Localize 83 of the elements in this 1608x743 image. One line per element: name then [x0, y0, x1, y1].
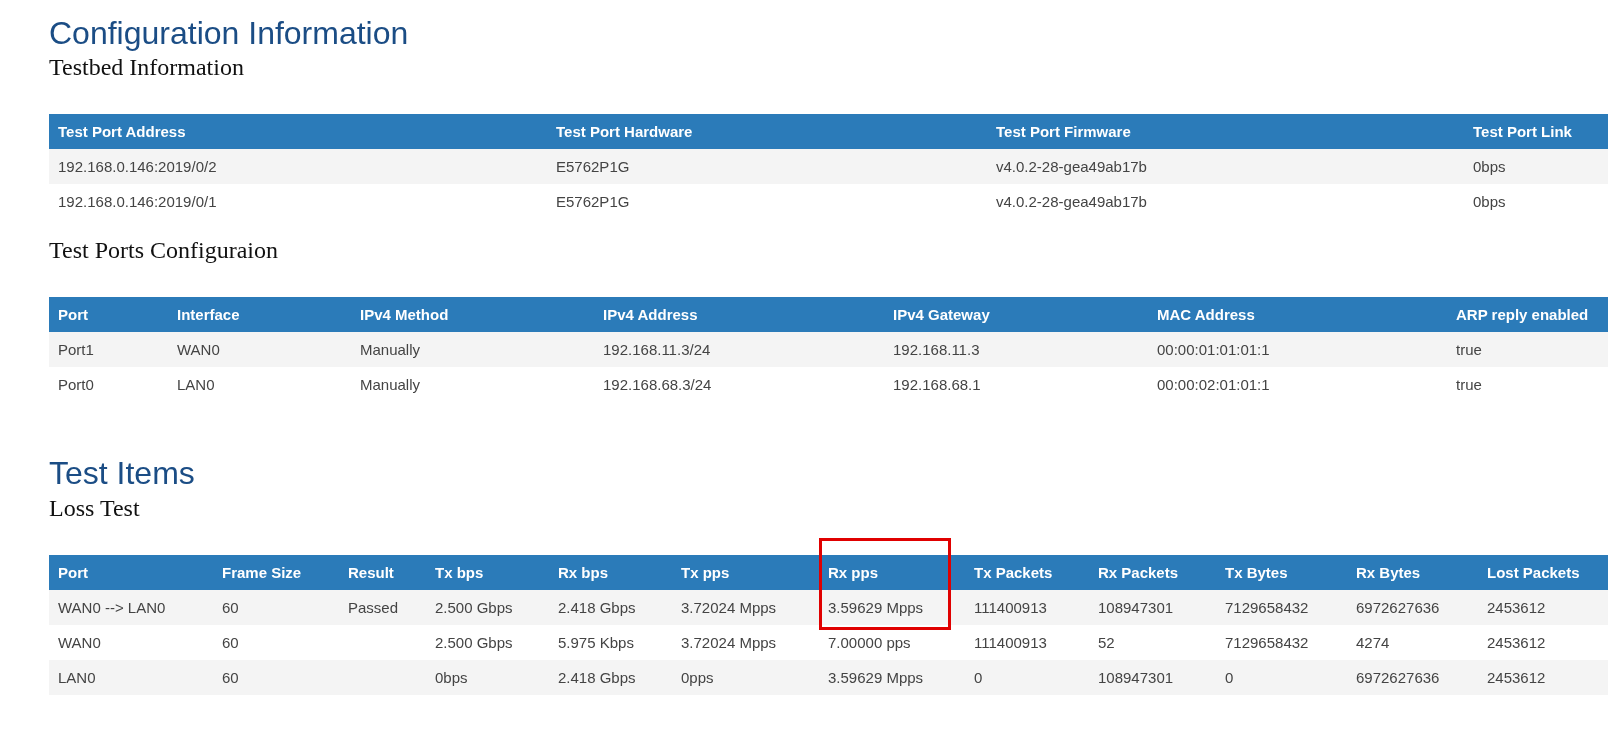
table-cell: 0 — [1216, 659, 1347, 695]
table-cell: E5762P1G — [547, 184, 987, 220]
table-cell: 108947301 — [1089, 589, 1216, 625]
column-header: MAC Address — [1148, 297, 1447, 333]
column-header: Tx Bytes — [1216, 554, 1347, 590]
table-cell: 192.168.0.146:2019/0/2 — [49, 149, 547, 185]
subsection-title: Testbed Information — [49, 54, 244, 82]
table-cell: 2.418 Gbps — [549, 589, 672, 625]
table-cell: 192.168.68.1 — [884, 367, 1148, 403]
table-cell: 60 — [213, 589, 339, 625]
table-cell: 2453612 — [1478, 624, 1608, 660]
column-header: IPv4 Gateway — [884, 297, 1148, 333]
column-header: Test Port Firmware — [987, 114, 1464, 150]
column-header: Test Port Hardware — [547, 114, 987, 150]
table-cell: 4274 — [1347, 624, 1478, 660]
table-cell: 7129658432 — [1216, 589, 1347, 625]
column-header: Test Port Address — [49, 114, 547, 150]
table-cell: 3.59629 Mpps — [819, 659, 965, 695]
column-header: Tx Packets — [965, 554, 1089, 590]
section-title: Configuration Information — [49, 14, 409, 53]
column-header: Rx Packets — [1089, 554, 1216, 590]
table-cell: 0bps — [1464, 184, 1608, 220]
table-cell: 2453612 — [1478, 589, 1608, 625]
column-header: Interface — [168, 297, 351, 333]
table-cell: Manually — [351, 332, 594, 368]
table-cell: 7129658432 — [1216, 624, 1347, 660]
column-header: IPv4 Address — [594, 297, 884, 333]
table-cell: 192.168.11.3 — [884, 332, 1148, 368]
table-cell: E5762P1G — [547, 149, 987, 185]
table-cell: v4.0.2-28-gea49ab17b — [987, 149, 1464, 185]
table-cell: 2453612 — [1478, 659, 1608, 695]
table-cell: 0pps — [672, 659, 819, 695]
table-cell: Port0 — [49, 367, 168, 403]
column-header: Result — [339, 554, 426, 590]
table-cell: 00:00:01:01:01:1 — [1148, 332, 1447, 368]
column-header: Frame Size — [213, 554, 339, 590]
table-cell: 111400913 — [965, 624, 1089, 660]
table-cell: 0bps — [1464, 149, 1608, 185]
table-cell: v4.0.2-28-gea49ab17b — [987, 184, 1464, 220]
table-cell: 192.168.68.3/24 — [594, 367, 884, 403]
table-cell: 6972627636 — [1347, 659, 1478, 695]
table-cell: 3.59629 Mpps — [819, 589, 965, 625]
table-cell: 192.168.0.146:2019/0/1 — [49, 184, 547, 220]
table-cell: Passed — [339, 589, 426, 625]
subsection-title: Loss Test — [49, 494, 140, 522]
table-cell: 00:00:02:01:01:1 — [1148, 367, 1447, 403]
column-header: Test Port Link — [1464, 114, 1608, 150]
column-header: Rx Bytes — [1347, 554, 1478, 590]
table-cell: 0 — [965, 659, 1089, 695]
table-cell: 3.72024 Mpps — [672, 589, 819, 625]
column-header: ARP reply enabled — [1447, 297, 1608, 333]
table-cell: 3.72024 Mpps — [672, 624, 819, 660]
table-cell: WAN0 --> LAN0 — [49, 589, 213, 625]
table-cell: WAN0 — [168, 332, 351, 368]
section-title: Test Items — [49, 454, 195, 493]
table-cell: true — [1447, 367, 1608, 403]
table-cell: Port1 — [49, 332, 168, 368]
table-cell: 52 — [1089, 624, 1216, 660]
table-cell: 60 — [213, 624, 339, 660]
column-header: Tx bps — [426, 554, 549, 590]
table-cell: 192.168.11.3/24 — [594, 332, 884, 368]
table-cell: true — [1447, 332, 1608, 368]
table-cell: 6972627636 — [1347, 589, 1478, 625]
table-cell: 5.975 Kbps — [549, 624, 672, 660]
column-header: IPv4 Method — [351, 297, 594, 333]
table-cell: 60 — [213, 659, 339, 695]
table-cell: LAN0 — [49, 659, 213, 695]
column-header: Port — [49, 554, 213, 590]
column-header: Rx bps — [549, 554, 672, 590]
table-cell: Manually — [351, 367, 594, 403]
column-header: Port — [49, 297, 168, 333]
table-cell: 2.418 Gbps — [549, 659, 672, 695]
table-cell: WAN0 — [49, 624, 213, 660]
table-cell: 108947301 — [1089, 659, 1216, 695]
column-header: Lost Packets — [1478, 554, 1608, 590]
table-cell: LAN0 — [168, 367, 351, 403]
column-header: Tx pps — [672, 554, 819, 590]
table-cell: 7.00000 pps — [819, 624, 965, 660]
table-cell: 111400913 — [965, 589, 1089, 625]
table-cell: 0bps — [426, 659, 549, 695]
subsection-title: Test Ports Configuraion — [49, 237, 278, 265]
table-cell: 2.500 Gbps — [426, 589, 549, 625]
table-cell: 2.500 Gbps — [426, 624, 549, 660]
